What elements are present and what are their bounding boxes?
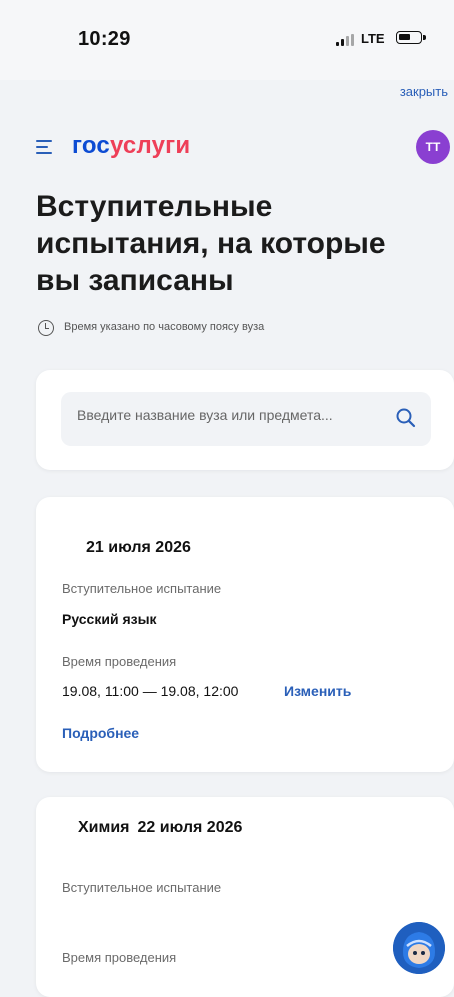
exam-card: 21 июля 2026 Вступительное испытание Рус… — [36, 497, 454, 772]
time-label: Время проведения — [62, 654, 177, 669]
signal-icon — [336, 34, 358, 46]
battery-icon — [396, 31, 426, 44]
details-link[interactable]: Подробнее — [62, 725, 139, 741]
gosuslugi-logo[interactable]: госуслуги — [72, 132, 190, 160]
search-input[interactable] — [77, 407, 397, 423]
header: госуслуги ТТ — [0, 118, 454, 174]
status-time: 10:29 — [78, 28, 131, 50]
time-value: 19.08, 11:00 — 19.08, 12:00 — [62, 683, 239, 699]
avatar[interactable]: ТТ — [416, 130, 450, 164]
clock-icon — [38, 320, 54, 336]
status-bar: 10:29 LTE — [0, 0, 454, 80]
timezone-text: Время указано по часовому поясу вуза — [64, 321, 265, 333]
exam-label: Вступительное испытание — [62, 880, 222, 895]
search-box — [61, 392, 431, 446]
exam-date: 21 июля 2026 — [86, 539, 191, 556]
exam-date: Химия 22 июля 2026 — [78, 819, 243, 836]
time-label: Время проведения — [62, 950, 177, 965]
search-card — [36, 370, 454, 470]
change-link[interactable]: Изменить — [284, 683, 351, 699]
close-link[interactable]: закрыть — [400, 84, 448, 99]
page-title: Вступительные испытания, на которые вы з… — [36, 190, 386, 297]
exam-label: Вступительное испытание — [62, 581, 222, 596]
exam-name: Русский язык — [62, 611, 157, 627]
network-type: LTE — [361, 31, 385, 46]
search-icon[interactable] — [395, 407, 417, 429]
assistant-icon[interactable] — [393, 922, 445, 974]
menu-icon[interactable] — [36, 140, 52, 154]
exam-card: Химия 22 июля 2026 Вступительное испытани… — [36, 797, 454, 997]
